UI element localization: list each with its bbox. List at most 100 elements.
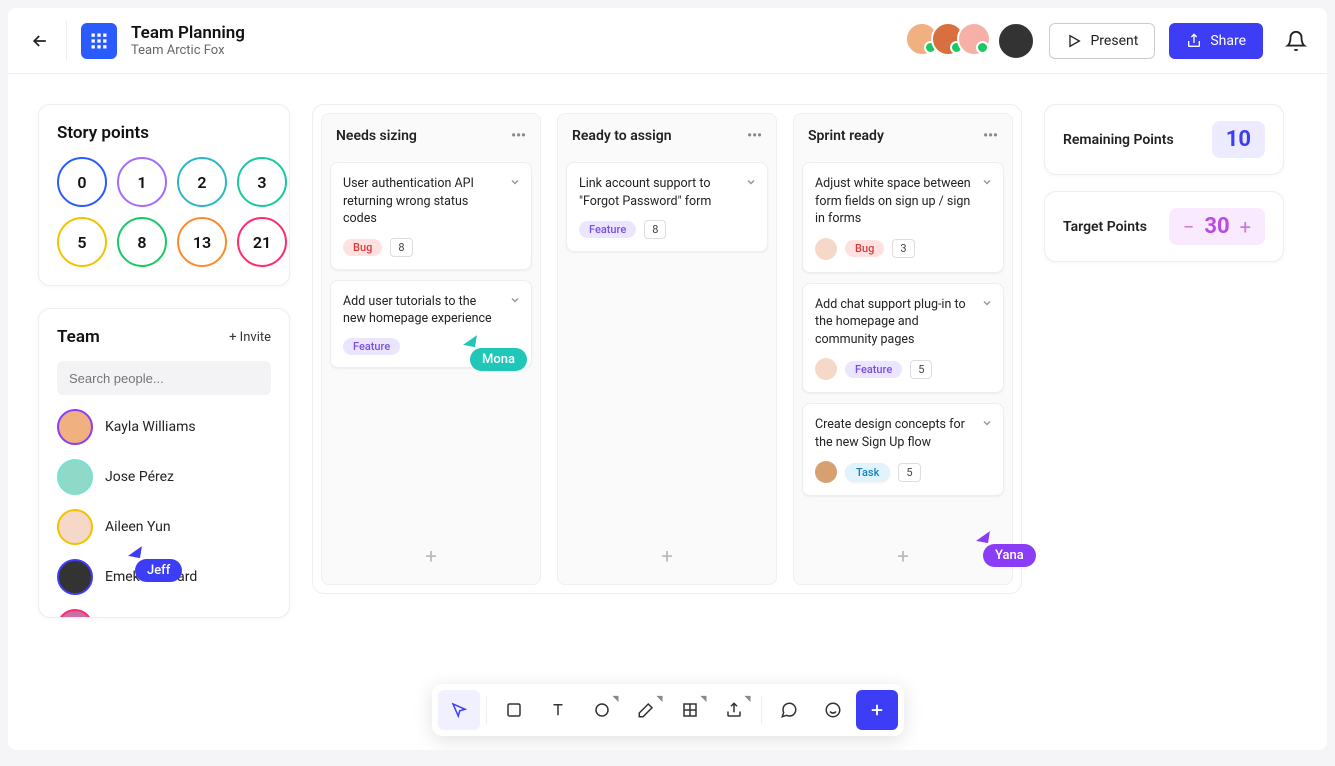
team-member[interactable]: Aileen Yun [57,509,271,545]
target-decrement[interactable]: − [1183,215,1194,239]
task-card[interactable]: Adjust white space between form fields o… [802,162,1004,273]
story-point-chip-0[interactable]: 0 [57,157,107,207]
task-title: Create design concepts for the new Sign … [815,416,991,451]
share-button[interactable]: Share [1169,23,1263,59]
task-tag: Bug [845,240,884,257]
target-value: 30 [1204,214,1229,239]
add-card-button[interactable]: + [802,536,1004,576]
story-point-chip-13[interactable]: 13 [177,217,227,267]
add-tool[interactable] [856,690,898,730]
member-name: Emeka Edward [105,569,197,585]
member-name: Aileen Yun [105,519,171,535]
target-label: Target Points [1063,219,1147,235]
app-root: Team Planning Team Arctic Fox Present Sh… [8,8,1327,750]
collaborator-avatars [913,22,1035,60]
left-sidebar: Story points 0123581321 Team + Invite Ka… [38,104,290,618]
story-points-card: Story points 0123 581321 [38,104,290,286]
emoji-tool[interactable] [812,690,854,730]
story-point-chip-5[interactable]: 5 [57,217,107,267]
avatar [57,409,93,445]
app-logo-icon[interactable] [81,23,117,59]
remaining-label: Remaining Points [1063,132,1174,148]
people-list: Kayla Williams Jose Pérez Aileen Yun Emeka … [57,409,271,618]
column-title: Sprint ready [808,128,884,144]
task-tag: Bug [343,239,382,256]
story-point-chip-1[interactable]: 1 [117,157,167,207]
task-points: 8 [644,220,666,239]
title-block: Team Planning Team Arctic Fox [131,23,245,58]
present-button[interactable]: Present [1049,23,1155,59]
task-title: User authentication API returning wrong … [343,175,519,228]
bottom-toolbar: ◥◥◥◥ [432,684,904,736]
kanban-board[interactable]: Needs sizing ••• User authentication API r… [312,104,1022,594]
team-member[interactable]: Jose Pérez [57,459,271,495]
assignee-avatar [815,461,837,483]
story-point-chip-21[interactable]: 21 [237,217,287,267]
board-column: Sprint ready ••• Adjust white space betwee… [793,113,1013,585]
avatar [57,609,93,618]
invite-button[interactable]: + Invite [229,330,271,345]
column-menu-button[interactable]: ••• [983,128,998,144]
team-member[interactable]: Kayla Williams [57,409,271,445]
member-name: Jose Pérez [105,469,174,485]
avatar [57,509,93,545]
chevron-down-icon[interactable] [981,294,993,313]
column-menu-button[interactable]: ••• [511,128,526,144]
team-member[interactable]: Sandy Moreau [57,609,271,618]
task-card[interactable]: Create design concepts for the new Sign … [802,403,1004,496]
right-sidebar: Remaining Points 10 Target Points − 30 + [1044,104,1284,262]
story-points-title: Story points [57,123,271,143]
divider [66,21,67,61]
chevron-down-icon[interactable] [981,173,993,192]
task-title: Link account support to "Forgot Password… [579,175,755,210]
collaborator-avatar[interactable] [957,22,991,56]
board-column: Needs sizing ••• User authentication API r… [321,113,541,585]
sticky-tool[interactable] [493,690,535,730]
task-card[interactable]: User authentication API returning wrong … [330,162,532,270]
comment-tool[interactable] [768,690,810,730]
grid-tool[interactable]: ◥ [669,690,711,730]
story-point-chip-8[interactable]: 8 [117,217,167,267]
task-tag: Task [845,463,890,482]
member-name: Kayla Williams [105,419,196,435]
story-point-chip-3[interactable]: 3 [237,157,287,207]
team-member[interactable]: Emeka Edward [57,559,271,595]
export-tool[interactable]: ◥ [713,690,755,730]
target-increment[interactable]: + [1240,215,1251,239]
chevron-down-icon[interactable] [509,291,521,310]
collaborator-avatar[interactable] [997,22,1035,60]
text-tool[interactable] [537,690,579,730]
task-card[interactable]: Add user tutorials to the new homepage e… [330,280,532,368]
column-menu-button[interactable]: ••• [747,128,762,144]
task-card[interactable]: Link account support to "Forgot Password… [566,162,768,252]
points-grid: 0123581321 [57,157,271,267]
target-stepper: − 30 + [1169,208,1265,245]
task-title: Add chat support plug-in to the homepage… [815,296,991,349]
header: Team Planning Team Arctic Fox Present Sh… [8,8,1327,74]
task-title: Adjust white space between form fields o… [815,175,991,228]
chevron-down-icon[interactable] [509,173,521,192]
shape-tool[interactable]: ◥ [581,690,623,730]
chevron-down-icon[interactable] [745,173,757,192]
back-button[interactable] [28,29,52,53]
add-card-button[interactable]: + [330,536,532,576]
add-card-button[interactable]: + [566,536,768,576]
board-title[interactable]: Team Planning [131,23,245,43]
story-point-chip-2[interactable]: 2 [177,157,227,207]
avatar [57,459,93,495]
task-points: 8 [390,238,412,257]
present-label: Present [1090,33,1138,49]
chevron-down-icon[interactable] [981,414,993,433]
pen-tool[interactable]: ◥ [625,690,667,730]
play-icon [1066,33,1082,49]
task-card[interactable]: Add chat support plug-in to the homepage… [802,283,1004,394]
board-subtitle[interactable]: Team Arctic Fox [131,43,245,58]
main: Story points 0123581321 Team + Invite Ka… [8,74,1327,618]
select-tool[interactable] [438,690,480,730]
task-points: 3 [892,239,914,258]
search-input[interactable] [57,361,271,395]
assignee-avatar [815,238,837,260]
notifications-button[interactable] [1285,30,1307,52]
remaining-points-card: Remaining Points 10 [1044,104,1284,175]
column-title: Needs sizing [336,128,417,144]
